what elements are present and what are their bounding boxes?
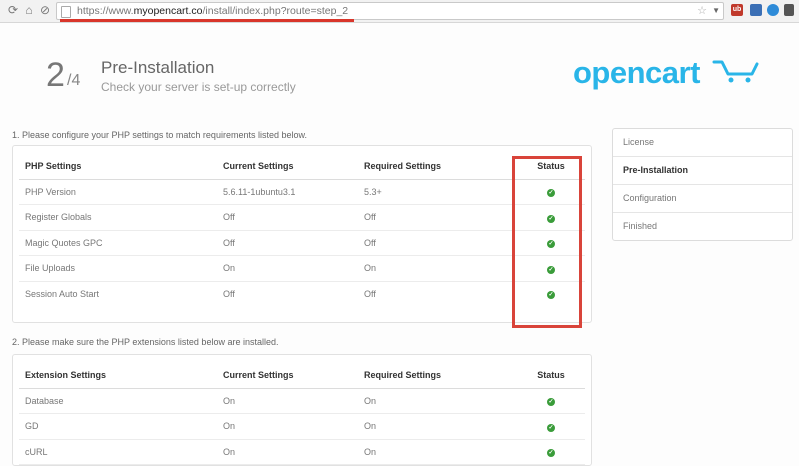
table-row: Register Globals Off Off ✓ — [19, 204, 585, 231]
page-subtitle: Check your server is set-up correctly — [101, 80, 296, 94]
required-setting: On — [358, 413, 517, 440]
page-icon — [61, 6, 71, 18]
table-row: Session Auto Start Off Off ✓ — [19, 281, 585, 306]
url-dropdown-icon[interactable]: ▼ — [712, 3, 720, 19]
required-setting: Off — [358, 230, 517, 256]
current-setting: On — [217, 388, 358, 414]
required-setting: On — [358, 255, 517, 282]
url-text: https://www.myopencart.co/install/index.… — [77, 5, 349, 17]
stop-icon[interactable]: ⊘ — [38, 3, 52, 17]
opencart-logo: opencart — [573, 55, 700, 90]
current-setting: On — [217, 255, 358, 282]
column-header: Status — [517, 363, 585, 389]
check-circle-icon: ✓ — [547, 449, 555, 458]
setting-name: File Uploads — [19, 255, 217, 282]
menu-icon[interactable] — [784, 4, 794, 16]
extension-settings-table: Extension Settings Current Settings Requ… — [19, 363, 585, 465]
required-setting: Off — [364, 288, 376, 299]
extensions-instruction: 2. Please make sure the PHP extensions l… — [12, 337, 279, 347]
column-header: Current Settings — [217, 154, 358, 180]
column-header: Required Settings — [358, 363, 517, 389]
column-header: Current Settings — [217, 363, 358, 389]
current-setting: On — [217, 413, 358, 440]
reload-icon[interactable]: ⟳ — [6, 3, 20, 17]
required-setting: On — [358, 439, 517, 465]
current-setting: Off — [223, 288, 235, 299]
php-settings-instruction: 1. Please configure your PHP settings to… — [12, 130, 307, 140]
address-bar[interactable]: https://www.myopencart.co/install/index.… — [56, 2, 724, 20]
check-circle-icon: ✓ — [547, 398, 555, 407]
column-header: Required Settings — [358, 154, 517, 180]
sidebar-item-configuration[interactable]: Configuration — [613, 185, 792, 213]
setting-name: Session Auto Start — [25, 288, 100, 299]
page-title: Pre-Installation — [101, 58, 215, 77]
extension-settings-panel: Extension Settings Current Settings Requ… — [12, 354, 592, 466]
globe-extension-icon[interactable] — [767, 4, 779, 16]
home-icon[interactable]: ⌂ — [22, 3, 36, 17]
setting-name: PHP Version — [19, 179, 217, 205]
setting-name: Register Globals — [19, 204, 217, 231]
current-setting: Off — [217, 204, 358, 231]
cart-icon — [712, 60, 759, 83]
install-steps-sidebar: License Pre-Installation Configuration F… — [612, 128, 793, 241]
sidebar-item-license[interactable]: License — [613, 129, 792, 157]
status-highlight-annotation — [512, 156, 582, 328]
extension-name: cURL — [19, 439, 217, 465]
table-row: GD On On ✓ — [19, 413, 585, 440]
status-cell: ✓ — [517, 439, 585, 465]
table-row: Magic Quotes GPC Off Off ✓ — [19, 230, 585, 256]
extension-icon[interactable] — [750, 4, 762, 16]
table-header-row: Extension Settings Current Settings Requ… — [19, 363, 585, 389]
current-setting: Off — [217, 230, 358, 256]
php-settings-table: PHP Settings Current Settings Required S… — [19, 154, 585, 306]
table-row: cURL On On ✓ — [19, 439, 585, 465]
required-setting: On — [358, 388, 517, 414]
status-cell: ✓ — [517, 413, 585, 440]
column-header: Extension Settings — [19, 363, 217, 389]
setting-name: Magic Quotes GPC — [19, 230, 217, 256]
php-settings-panel: PHP Settings Current Settings Required S… — [12, 145, 592, 323]
url-annotation-underline — [60, 19, 354, 22]
ublock-extension-icon[interactable]: ub — [731, 4, 743, 16]
table-row: PHP Version 5.6.11-1ubuntu3.1 5.3+ ✓ — [19, 179, 585, 205]
step-total: /4 — [67, 72, 81, 89]
table-header-row: PHP Settings Current Settings Required S… — [19, 154, 585, 180]
column-header: PHP Settings — [19, 154, 217, 180]
step-number: 2 — [46, 56, 65, 94]
required-setting: 5.3+ — [358, 179, 517, 205]
table-row: Database On On ✓ — [19, 388, 585, 414]
sidebar-item-finished[interactable]: Finished — [613, 213, 792, 240]
required-setting: Off — [358, 204, 517, 231]
sidebar-item-pre-installation[interactable]: Pre-Installation — [613, 157, 792, 185]
status-cell: ✓ — [517, 388, 585, 414]
extension-name: GD — [19, 413, 217, 440]
current-setting: 5.6.11-1ubuntu3.1 — [217, 179, 358, 205]
bookmark-star-icon[interactable]: ☆ — [697, 3, 707, 19]
current-setting: On — [217, 439, 358, 465]
check-circle-icon: ✓ — [547, 423, 555, 432]
extension-name: Database — [19, 388, 217, 414]
table-row: File Uploads On On ✓ — [19, 255, 585, 282]
